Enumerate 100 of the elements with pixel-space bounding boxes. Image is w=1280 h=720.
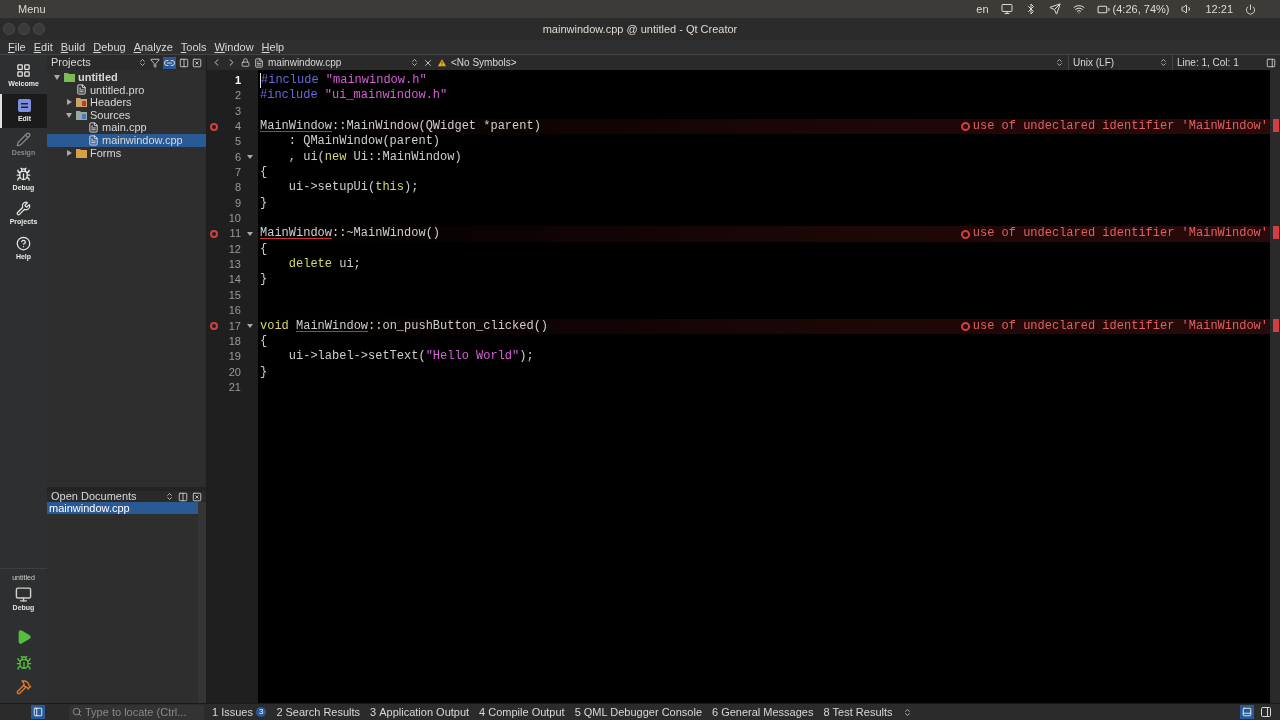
- line-number: 11: [228, 226, 241, 242]
- output-pane-toggle-icon[interactable]: [1240, 705, 1254, 719]
- code-line: ui->setupUi(this);: [287, 180, 419, 196]
- menu-item[interactable]: File: [8, 38, 26, 56]
- locator-field[interactable]: Type to locate (Ctrl...: [69, 704, 204, 720]
- menu-item[interactable]: Analyze: [133, 38, 173, 56]
- headers-folder-icon: [76, 97, 87, 108]
- code-line: ui->label->setText("Hello World");: [287, 349, 534, 365]
- tree-item[interactable]: untitled.pro: [47, 83, 206, 97]
- fold-arrow-icon[interactable]: [246, 155, 253, 160]
- output-tab[interactable]: 3 Application Output: [370, 703, 470, 720]
- sidebar-toggle-icon[interactable]: [31, 705, 45, 719]
- grid-icon: [16, 63, 31, 78]
- updown-icon[interactable]: [902, 707, 912, 717]
- fold-arrow-icon[interactable]: [246, 324, 253, 329]
- code-line: {: [260, 165, 268, 181]
- line-number: 18: [227, 333, 241, 349]
- count-badge: 3: [255, 707, 267, 717]
- line-number: 16: [227, 303, 241, 319]
- code-line: void MainWindow::on_pushButton_clicked(): [260, 318, 549, 334]
- close-icon[interactable]: [423, 57, 433, 68]
- wifi-icon[interactable]: [1072, 3, 1085, 15]
- monitor-icon: [15, 585, 32, 603]
- line-number: 8: [233, 180, 241, 196]
- tree-item[interactable]: Headers: [47, 96, 206, 109]
- tree-item[interactable]: mainwindow.cpp: [47, 133, 206, 147]
- output-tab[interactable]: 8 Test Results: [823, 703, 893, 720]
- updown-icon[interactable]: [138, 58, 147, 67]
- tree-item[interactable]: main.cpp: [47, 121, 206, 134]
- error-message: use of undeclared identifier 'MainWindow': [972, 318, 1268, 334]
- link-icon[interactable]: [163, 56, 176, 69]
- code-line: }: [260, 195, 268, 212]
- collapsed-arrow-icon[interactable]: [66, 149, 72, 156]
- split-icon[interactable]: [1266, 57, 1276, 68]
- tree-item[interactable]: untitled: [47, 71, 206, 84]
- tree-item-label: Forms: [90, 146, 122, 161]
- error-icon: [960, 321, 970, 331]
- line-number: 9: [233, 195, 241, 211]
- scrollbar[interactable]: [198, 502, 206, 703]
- updown-icon[interactable]: [165, 492, 174, 501]
- battery-status: (4:26, 74%): [1112, 1, 1170, 17]
- menu-item[interactable]: Tools: [180, 38, 207, 56]
- language-indicator[interactable]: en: [976, 0, 989, 18]
- help-icon: [16, 235, 31, 251]
- split-icon[interactable]: [179, 57, 189, 68]
- collapsed-arrow-icon[interactable]: [66, 99, 72, 106]
- code-line: delete ui;: [287, 257, 361, 273]
- search-icon: [72, 707, 82, 717]
- error-marker-icon[interactable]: [210, 122, 218, 131]
- power-icon[interactable]: [1245, 3, 1256, 15]
- line-number: 2: [233, 88, 241, 104]
- wrench-icon: [16, 201, 31, 216]
- close-panel-icon[interactable]: [192, 57, 202, 68]
- paper-plane-icon[interactable]: [1048, 3, 1061, 15]
- output-tab[interactable]: 4 Compile Output: [479, 703, 565, 720]
- line-number: 7: [233, 165, 241, 181]
- panel-title[interactable]: Open Documents: [51, 488, 161, 505]
- updown-icon: [1159, 58, 1168, 67]
- error-icon: [960, 229, 970, 239]
- scrollbar[interactable]: [1270, 70, 1280, 703]
- expanded-arrow-icon[interactable]: [54, 74, 60, 80]
- line-number: 21: [227, 379, 241, 395]
- error-scroll-marker: [1273, 119, 1279, 133]
- error-scroll-marker: [1273, 318, 1279, 332]
- tree-item[interactable]: Forms: [47, 146, 206, 160]
- document-item[interactable]: mainwindow.cpp: [47, 502, 198, 514]
- menu-item[interactable]: Debug: [93, 38, 126, 56]
- error-marker-icon[interactable]: [210, 322, 218, 331]
- menu-item[interactable]: Window: [214, 38, 254, 56]
- code-line: }: [260, 364, 268, 380]
- output-tab[interactable]: 1 Issues 3: [212, 703, 267, 720]
- output-tab[interactable]: 2 Search Results: [276, 703, 361, 720]
- right-sidebar-toggle-icon[interactable]: [1260, 706, 1272, 718]
- menu-label[interactable]: Menu: [18, 0, 46, 18]
- output-tab[interactable]: 5 QML Debugger Console: [574, 703, 702, 720]
- tree-item[interactable]: Sources: [47, 108, 206, 122]
- symbol-selector[interactable]: <No Symbols>: [451, 55, 1064, 70]
- clock[interactable]: 12:21: [1205, 0, 1233, 18]
- code-line: {: [260, 241, 268, 258]
- menu-item[interactable]: Build: [60, 38, 86, 56]
- filter-icon[interactable]: [150, 57, 160, 68]
- split-icon[interactable]: [178, 491, 188, 502]
- bug-icon: [16, 166, 31, 182]
- menu-item[interactable]: Help: [261, 38, 285, 56]
- output-tab[interactable]: 6 General Messages: [712, 703, 814, 720]
- expanded-arrow-icon[interactable]: [66, 112, 72, 118]
- line-number: 15: [227, 287, 241, 303]
- line-number: 4: [233, 119, 241, 135]
- close-panel-icon[interactable]: [192, 491, 202, 502]
- lock-icon[interactable]: [241, 58, 250, 67]
- fold-arrow-icon[interactable]: [246, 232, 253, 237]
- hammer-icon[interactable]: [15, 679, 32, 695]
- file-selector[interactable]: mainwindow.cpp: [254, 55, 419, 70]
- window-title: mainwindow.cpp @ untitled - Qt Creator: [542, 21, 738, 37]
- error-marker-icon[interactable]: [210, 230, 218, 239]
- panel-title[interactable]: Projects: [51, 54, 135, 71]
- file-icon: [88, 134, 99, 146]
- debug-run-icon[interactable]: [15, 655, 32, 671]
- menu-item[interactable]: Edit: [33, 38, 53, 56]
- error-message: use of undeclared identifier 'MainWindow': [972, 119, 1268, 135]
